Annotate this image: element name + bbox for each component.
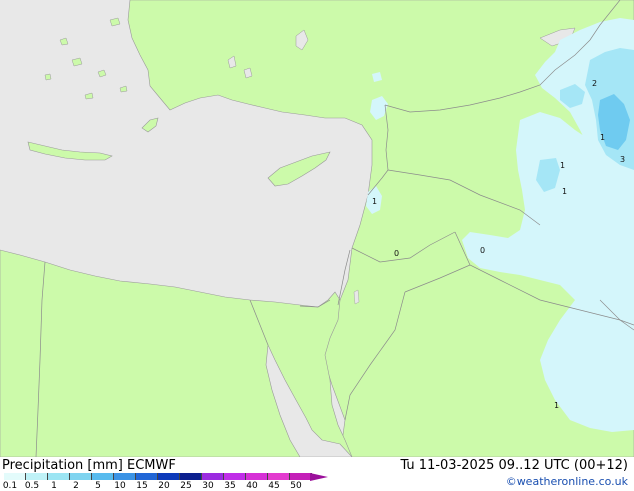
rain-mark: 0	[480, 246, 485, 255]
map-title: Precipitation [mm] ECMWF	[2, 458, 176, 473]
rain-mark: 2	[592, 79, 597, 88]
valid-time: Tu 11-03-2025 09..12 UTC (00+12)	[400, 458, 628, 473]
legend-swatch	[246, 473, 268, 480]
precipitation-map: 1 1 1 2 3 1 1 0 0	[0, 0, 634, 457]
map-footer: Precipitation [mm] ECMWF Tu 11-03-2025 0…	[0, 457, 634, 491]
rain-mark: 0	[394, 249, 399, 258]
legend-swatch	[4, 473, 26, 480]
map-canvas: 1 1 1 2 3 1 1 0 0	[0, 0, 634, 457]
legend-swatch	[268, 473, 290, 480]
legend-swatch	[48, 473, 70, 480]
legend-swatch	[26, 473, 48, 480]
inland-seas	[353, 289, 360, 305]
legend-swatch	[136, 473, 158, 480]
legend-swatch	[158, 473, 180, 480]
legend-arrow	[310, 473, 328, 481]
rain-mark: 1	[372, 197, 377, 206]
rain-mark: 3	[620, 155, 625, 164]
legend-swatch	[180, 473, 202, 480]
rain-mark: 1	[600, 133, 605, 142]
precipitation-legend-bar	[4, 473, 312, 480]
legend-swatch	[114, 473, 136, 480]
rain-mark: 1	[554, 401, 559, 410]
legend-swatch	[224, 473, 246, 480]
legend-swatch	[202, 473, 224, 480]
legend-swatch	[92, 473, 114, 480]
legend-swatch	[290, 473, 312, 480]
credit-link[interactable]: ©weatheronline.co.uk	[506, 475, 628, 488]
rain-mark: 1	[562, 187, 567, 196]
legend-swatch	[70, 473, 92, 480]
rain-mark: 1	[560, 161, 565, 170]
